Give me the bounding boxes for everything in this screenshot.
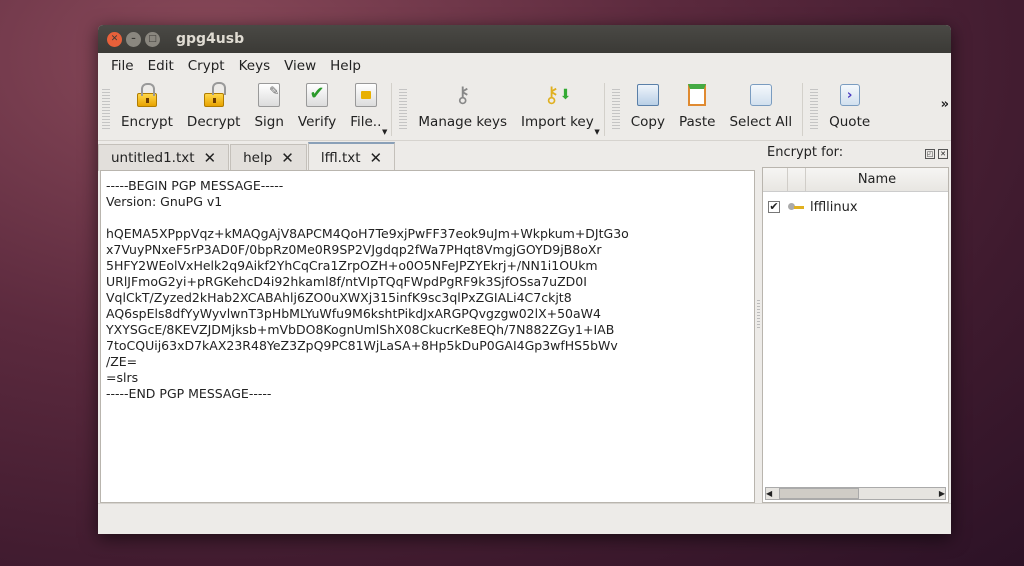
text-editor[interactable]: -----BEGIN PGP MESSAGE----- Version: Gnu… [100, 170, 755, 503]
copy-label: Copy [630, 114, 665, 130]
status-bar [98, 503, 951, 534]
menu-view[interactable]: View [277, 58, 323, 74]
menu-keys[interactable]: Keys [232, 58, 278, 74]
paste-icon [688, 84, 707, 106]
copy-icon [636, 84, 659, 106]
dropdown-arrow-icon: ▼ [382, 128, 388, 136]
verify-button[interactable]: ✔ Verify [291, 79, 343, 140]
column-header-name[interactable]: Name [806, 168, 948, 191]
tab-untitled1[interactable]: untitled1.txt ✕ [98, 144, 230, 171]
key-list: Name ✔ lffllinux ◀ ▶ [762, 167, 949, 503]
import-key-icon: ⚷ ⬇ [543, 82, 572, 108]
toolbar-grip[interactable] [611, 89, 620, 130]
splitter-handle[interactable] [757, 300, 760, 330]
toolbar-grip[interactable] [399, 89, 408, 130]
minimize-window-button[interactable]: – [126, 31, 141, 47]
import-key-label: Import key [521, 114, 594, 130]
manage-keys-button[interactable]: ⚷ Manage keys [411, 79, 514, 140]
close-tab-icon[interactable]: ✕ [370, 149, 383, 167]
sign-button[interactable]: ✎ Sign [247, 79, 290, 140]
menu-help[interactable]: Help [323, 58, 368, 74]
menu-crypt[interactable]: Crypt [181, 58, 232, 74]
close-dock-icon[interactable]: ✕ [938, 148, 948, 159]
tab-help[interactable]: help ✕ [230, 144, 307, 171]
toolbar-grip[interactable] [102, 89, 110, 130]
encrypt-label: Encrypt [121, 114, 173, 130]
menu-file[interactable]: File [104, 58, 141, 74]
sign-label: Sign [254, 114, 284, 130]
toolbar-grip[interactable] [810, 89, 819, 130]
tab-label: lffl.txt [320, 149, 361, 166]
maximize-window-button[interactable]: □ [145, 31, 160, 47]
key-icon [788, 203, 804, 211]
toolbar-separator [391, 83, 393, 136]
select-all-icon [749, 84, 772, 106]
file-label: File.. [350, 114, 382, 130]
select-all-label: Select All [729, 114, 793, 130]
verify-check-icon: ✔ [306, 83, 329, 107]
sign-document-icon: ✎ [258, 83, 281, 107]
paste-label: Paste [678, 114, 716, 130]
quote-button[interactable]: › Quote [822, 79, 877, 140]
unlock-icon [203, 82, 226, 107]
tab-label: untitled1.txt [111, 150, 195, 166]
menu-edit[interactable]: Edit [141, 58, 181, 74]
scrollbar-thumb[interactable] [779, 488, 859, 499]
toolbar-separator [603, 83, 605, 136]
key-row[interactable]: ✔ lffllinux [763, 196, 948, 218]
copy-button[interactable]: Copy [624, 79, 672, 140]
title-bar: ✕ – □ gpg4usb [98, 25, 951, 53]
encrypt-button[interactable]: Encrypt [114, 79, 180, 140]
menu-bar: File Edit Crypt Keys View Help [98, 53, 951, 79]
horizontal-scrollbar[interactable]: ◀ ▶ [765, 487, 946, 500]
close-tab-icon[interactable]: ✕ [281, 149, 294, 167]
scroll-left-icon[interactable]: ◀ [766, 489, 772, 498]
quote-icon: › [839, 84, 860, 106]
float-dock-icon[interactable]: ◰ [925, 148, 935, 159]
quote-label: Quote [829, 114, 871, 130]
close-window-button[interactable]: ✕ [107, 31, 122, 47]
toolbar-separator [802, 83, 804, 136]
tab-lffl[interactable]: lffl.txt ✕ [307, 142, 396, 171]
toolbar: Encrypt Decrypt ✎ Sign ✔ Verify File.. ▼ ⚷ M… [98, 79, 951, 141]
paste-button[interactable]: Paste [672, 79, 722, 140]
manage-keys-label: Manage keys [418, 114, 507, 130]
decrypt-label: Decrypt [186, 114, 241, 130]
close-tab-icon[interactable]: ✕ [204, 149, 217, 167]
key-checkbox[interactable]: ✔ [768, 201, 780, 213]
dropdown-arrow-icon: ▼ [594, 128, 600, 136]
tab-label: help [243, 150, 273, 166]
encrypt-for-dock: Encrypt for: ◰ ✕ Name ✔ lffllinux ◀ ▶ [762, 141, 951, 505]
import-key-button[interactable]: ⚷ ⬇ Import key ▼ [514, 79, 601, 140]
toolbar-overflow-button[interactable]: » [941, 97, 949, 112]
scroll-right-icon[interactable]: ▶ [939, 489, 945, 498]
keys-icon: ⚷ [454, 82, 471, 108]
file-button[interactable]: File.. ▼ [343, 79, 388, 140]
dock-title: Encrypt for: [767, 144, 844, 160]
app-window: ✕ – □ gpg4usb File Edit Crypt Keys View … [98, 25, 951, 534]
file-lock-icon [354, 83, 377, 107]
window-title: gpg4usb [176, 31, 245, 47]
key-name: lffllinux [810, 199, 858, 215]
verify-label: Verify [297, 114, 337, 130]
lock-icon [136, 83, 157, 107]
select-all-button[interactable]: Select All [722, 79, 799, 140]
decrypt-button[interactable]: Decrypt [180, 79, 248, 140]
